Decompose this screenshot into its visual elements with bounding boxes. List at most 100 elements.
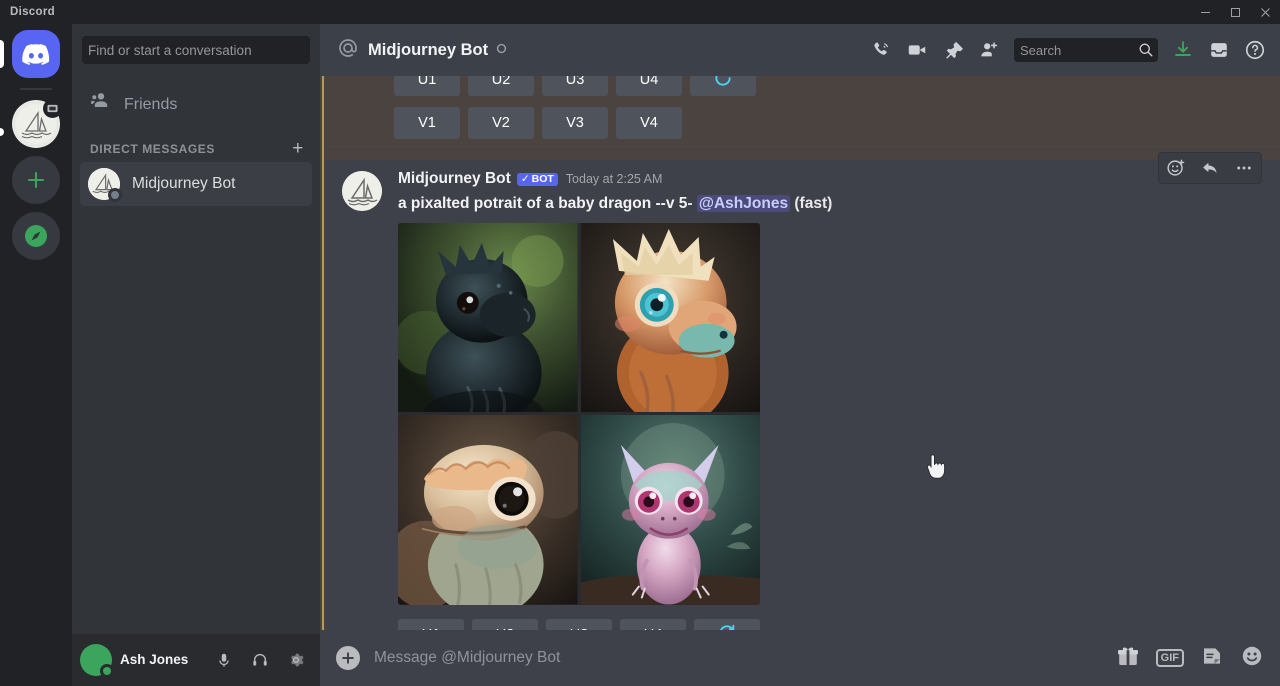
close-button[interactable] <box>1250 0 1280 24</box>
reroll-button-previous[interactable] <box>690 76 756 96</box>
add-reaction-icon[interactable] <box>1159 153 1193 183</box>
video-camera-icon[interactable] <box>900 33 934 67</box>
pin-icon[interactable] <box>936 33 970 67</box>
phone-call-icon[interactable] <box>864 33 898 67</box>
user-name: Ash Jones <box>120 652 189 668</box>
sticker-icon[interactable] <box>1200 644 1224 673</box>
unread-server-pill <box>0 128 4 136</box>
avatar[interactable] <box>342 171 382 211</box>
status-badge: ✓ BOT <box>516 172 558 187</box>
dm-item-midjourney-bot[interactable]: Midjourney Bot <box>80 162 312 206</box>
status-badge <box>108 188 122 202</box>
message-separator: - <box>687 194 693 212</box>
settings-gear-icon[interactable] <box>280 644 312 676</box>
message-list[interactable]: U1 U2 U3 U4 V1 V2 V3 V4 Midjourney Bot ✓… <box>320 76 1280 630</box>
message-content: a pixalted potrait of a baby dragon --v … <box>398 194 1280 215</box>
message-author[interactable]: Midjourney Bot <box>398 170 511 189</box>
page-title: Midjourney Bot <box>368 40 489 59</box>
at-sign-icon <box>336 36 360 65</box>
variation-button-v3[interactable]: V3 <box>542 107 608 139</box>
generated-image-top-right[interactable] <box>580 222 760 413</box>
rail-item-add-server[interactable] <box>12 156 60 204</box>
message-hover-toolbar <box>1158 152 1262 184</box>
upscale-button-row: U1 U2 U3 U4 <box>398 605 1280 630</box>
generated-image-top-left[interactable] <box>398 222 578 413</box>
reply-arrow-icon[interactable] <box>1193 153 1227 183</box>
discord-window: Discord Find or start a conversation Fri… <box>0 0 1280 686</box>
download-icon[interactable] <box>1166 33 1200 67</box>
new-dm-button[interactable]: + <box>292 139 312 158</box>
upscale-button-u2[interactable]: U2 <box>472 618 538 630</box>
headset-icon[interactable] <box>244 644 276 676</box>
channel-header-actions: Search <box>864 33 1272 67</box>
composer-actions: GIF <box>1116 644 1264 673</box>
generated-image-bottom-right[interactable] <box>580 415 760 605</box>
rail-item-home[interactable] <box>12 30 60 78</box>
gift-icon[interactable] <box>1116 644 1140 673</box>
dm-sidebar: Find or start a conversation Friends DIR… <box>72 24 320 686</box>
message-divider <box>326 149 1280 150</box>
maximize-button[interactable] <box>1220 0 1250 24</box>
user-panel-actions <box>208 644 312 676</box>
plus-icon <box>12 156 60 204</box>
message-scroller[interactable]: U1 U2 U3 U4 V1 V2 V3 V4 Midjourney Bot ✓… <box>320 76 1280 630</box>
upscale-button-row-previous: U1 U2 U3 U4 <box>326 76 1280 96</box>
direct-messages-header: DIRECT MESSAGES + <box>72 126 320 162</box>
message-prompt-text: a pixalted potrait of a baby dragon --v … <box>398 194 688 212</box>
bot-badge-label: BOT <box>531 172 554 185</box>
variation-button-v4[interactable]: V4 <box>616 107 682 139</box>
attach-file-button[interactable] <box>336 646 360 670</box>
message-mode-label: (fast) <box>794 194 833 212</box>
gif-picker-button[interactable]: GIF <box>1155 648 1184 668</box>
message-input[interactable]: Message @Midjourney Bot <box>374 649 1102 667</box>
more-horizontal-icon[interactable] <box>1227 153 1261 183</box>
rail-item-explore[interactable] <box>12 212 60 260</box>
message-timestamp: Today at 2:25 AM <box>565 171 663 186</box>
emoji-smiley-icon[interactable] <box>1240 644 1264 673</box>
generated-image-grid[interactable] <box>398 222 760 605</box>
direct-messages-label: DIRECT MESSAGES <box>90 142 216 156</box>
user-panel: Ash Jones <box>72 634 320 686</box>
title-bar: Discord <box>0 0 1280 24</box>
upscale-button-u1[interactable]: U1 <box>394 76 460 96</box>
status-badge <box>100 664 114 678</box>
upscale-button-u1[interactable]: U1 <box>398 618 464 630</box>
find-conversation-button[interactable]: Find or start a conversation <box>82 36 310 64</box>
reroll-button[interactable] <box>694 618 760 630</box>
avatar[interactable] <box>80 644 114 678</box>
compass-icon <box>12 212 60 260</box>
microphone-icon[interactable] <box>208 644 240 676</box>
app-brand-label: Discord <box>10 6 55 18</box>
sidebar-item-friends[interactable]: Friends <box>80 84 312 126</box>
search-icon <box>1138 42 1154 58</box>
help-circle-icon[interactable] <box>1238 33 1272 67</box>
channel-header: Midjourney Bot Search <box>320 24 1280 76</box>
generated-image-bottom-left[interactable] <box>398 415 578 605</box>
window-controls <box>1190 0 1280 24</box>
variation-button-v1[interactable]: V1 <box>394 107 460 139</box>
sidebar-search-area: Find or start a conversation <box>72 24 320 76</box>
upscale-button-u3[interactable]: U3 <box>546 618 612 630</box>
message-body: Midjourney Bot ✓ BOT Today at 2:25 AM a … <box>382 170 1280 630</box>
dm-item-label: Midjourney Bot <box>132 175 236 192</box>
active-server-pill <box>0 40 4 68</box>
variation-button-v2[interactable]: V2 <box>468 107 534 139</box>
upscale-button-u2[interactable]: U2 <box>468 76 534 96</box>
upscale-button-u4[interactable]: U4 <box>616 76 682 96</box>
sidebar-nav-list: Friends DIRECT MESSAGES + Midjourney Bot <box>72 76 320 634</box>
rail-item-midjourney[interactable] <box>12 99 62 148</box>
reroll-icon <box>713 76 733 92</box>
upscale-button-u3[interactable]: U3 <box>542 76 608 96</box>
message-midjourney-result: Midjourney Bot ✓ BOT Today at 2:25 AM a … <box>326 152 1280 630</box>
minimize-button[interactable] <box>1190 0 1220 24</box>
variation-button-row-previous: V1 V2 V3 V4 <box>326 96 1280 139</box>
inbox-icon[interactable] <box>1202 33 1236 67</box>
user-mention[interactable]: @AshJones <box>696 194 791 212</box>
sidebar-item-friends-label: Friends <box>124 96 178 113</box>
search-placeholder: Search <box>1020 42 1062 58</box>
search-input[interactable]: Search <box>1014 38 1158 62</box>
avatar <box>88 168 122 202</box>
upscale-button-u4[interactable]: U4 <box>620 618 686 630</box>
add-person-icon[interactable] <box>972 33 1006 67</box>
app-body: Find or start a conversation Friends DIR… <box>0 24 1280 686</box>
